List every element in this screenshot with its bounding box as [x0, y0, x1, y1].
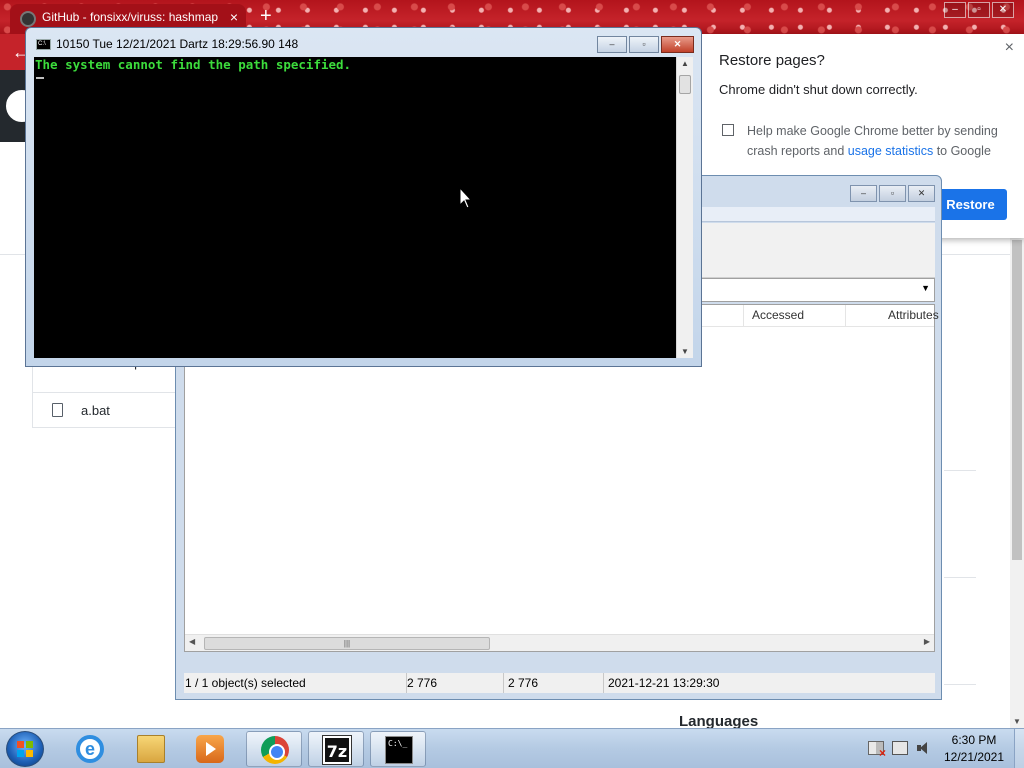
- scroll-down-arrow-icon[interactable]: ▼: [1013, 717, 1021, 726]
- console-icon[interactable]: C:\: [36, 39, 51, 50]
- minimize-button[interactable]: –: [597, 36, 627, 53]
- taskbar-file-explorer[interactable]: [123, 731, 179, 767]
- clock-date[interactable]: 12/21/2021: [936, 750, 1012, 764]
- github-favicon-icon: [20, 11, 36, 27]
- scrollbar-thumb[interactable]: |||: [204, 637, 490, 650]
- command-prompt-icon: C:\_: [385, 736, 413, 764]
- file-icon: [52, 403, 63, 417]
- scroll-right-arrow-icon[interactable]: ▶: [924, 637, 930, 646]
- horizontal-scrollbar[interactable]: ◀ ||| ▶: [185, 634, 934, 651]
- taskbar-chrome[interactable]: [246, 731, 302, 767]
- scrollbar-thumb[interactable]: [679, 75, 691, 94]
- taskbar-7zip[interactable]: 7z: [308, 731, 364, 767]
- system-tray: 6:30 PM 12/21/2021: [860, 729, 1024, 768]
- divider: [944, 684, 976, 685]
- column-header-accessed[interactable]: Accessed: [752, 308, 804, 322]
- chrome-icon: [261, 736, 289, 764]
- cmd-window-title: 10150 Tue 12/21/2021 Dartz 18:29:56.90 1…: [56, 37, 299, 51]
- maximize-button[interactable]: ▫: [629, 36, 659, 53]
- close-button[interactable]: ✕: [661, 36, 694, 53]
- close-button[interactable]: ✕: [992, 2, 1014, 18]
- divider: [944, 470, 976, 471]
- scroll-up-arrow-icon[interactable]: ▲: [681, 59, 689, 68]
- maximize-button[interactable]: ▫: [879, 185, 906, 202]
- close-button[interactable]: ✕: [908, 185, 935, 202]
- scroll-left-arrow-icon[interactable]: ◀: [189, 637, 195, 646]
- crash-report-text-end: to Google: [933, 144, 991, 158]
- volume-icon[interactable]: [916, 741, 932, 755]
- media-player-icon: [196, 735, 224, 763]
- status-bar: 1 / 1 object(s) selected 2 776 2 776 202…: [184, 673, 935, 693]
- console-output-area[interactable]: The system cannot find the path specifie…: [34, 57, 676, 358]
- vertical-scrollbar[interactable]: ▲ ▼: [676, 57, 693, 358]
- status-size: 2 776: [407, 676, 438, 690]
- column-separator[interactable]: [845, 305, 846, 327]
- tab-close-icon[interactable]: ×: [230, 9, 238, 25]
- file-list-item[interactable]: a.bat: [32, 392, 182, 428]
- windows-logo-icon: [17, 741, 33, 757]
- maximize-button[interactable]: ▫: [968, 2, 990, 18]
- crash-report-label: Help make Google Chrome better by sendin…: [747, 121, 1009, 161]
- status-separator: [603, 673, 604, 693]
- console-output-text: The system cannot find the path specifie…: [35, 57, 352, 72]
- scroll-down-arrow-icon[interactable]: ▼: [681, 347, 689, 356]
- chevron-down-icon[interactable]: ▼: [921, 283, 930, 293]
- status-selection: 1 / 1 object(s) selected: [185, 676, 306, 690]
- taskbar-media-player[interactable]: [182, 731, 238, 767]
- minimize-button[interactable]: –: [850, 185, 877, 202]
- network-icon[interactable]: [892, 741, 908, 755]
- taskbar: e 7z C:\_ 6:30 PM 12/21/2021: [0, 728, 1024, 768]
- close-icon[interactable]: ×: [1005, 39, 1014, 57]
- taskbar-cmd[interactable]: C:\_: [370, 731, 426, 767]
- status-modified: 2021-12-21 13:29:30: [608, 676, 720, 690]
- action-center-flag-icon[interactable]: [868, 741, 886, 760]
- restore-pages-message: Chrome didn't shut down correctly.: [719, 82, 918, 97]
- scrollbar-thumb[interactable]: [1012, 240, 1022, 560]
- file-name-link[interactable]: a.bat: [81, 403, 110, 418]
- status-separator: [503, 673, 504, 693]
- restore-button[interactable]: Restore: [934, 189, 1007, 220]
- page-scrollbar[interactable]: ▼: [1010, 238, 1024, 728]
- taskbar-internet-explorer[interactable]: e: [62, 731, 118, 767]
- minimize-button[interactable]: –: [944, 2, 966, 18]
- cmd-caption-buttons: – ▫ ✕: [597, 36, 694, 53]
- 7zip-icon: 7z: [322, 735, 352, 765]
- column-separator[interactable]: [743, 305, 744, 327]
- usage-statistics-link[interactable]: usage statistics: [848, 144, 933, 158]
- chrome-tab-title: GitHub - fonsixx/viruss: hashmap: [42, 10, 219, 24]
- mouse-pointer-icon: [459, 187, 473, 209]
- show-desktop-button[interactable]: [1014, 729, 1024, 768]
- divider: [944, 577, 976, 578]
- 7zip-caption-buttons: – ▫ ✕: [850, 185, 935, 202]
- start-button[interactable]: [6, 731, 44, 767]
- clock-time[interactable]: 6:30 PM: [936, 733, 1012, 747]
- crash-report-checkbox[interactable]: [722, 124, 734, 136]
- text-cursor: [36, 77, 44, 79]
- internet-explorer-icon: e: [76, 735, 104, 763]
- folder-icon: [137, 735, 165, 763]
- status-packed-size: 2 776: [508, 676, 539, 690]
- chrome-caption-buttons: – ▫ ✕: [944, 2, 1014, 18]
- new-tab-button[interactable]: +: [260, 4, 272, 28]
- cmd-window: C:\ 10150 Tue 12/21/2021 Dartz 18:29:56.…: [25, 27, 702, 367]
- column-header-attributes[interactable]: Attributes: [888, 308, 939, 322]
- restore-pages-title: Restore pages?: [719, 52, 825, 69]
